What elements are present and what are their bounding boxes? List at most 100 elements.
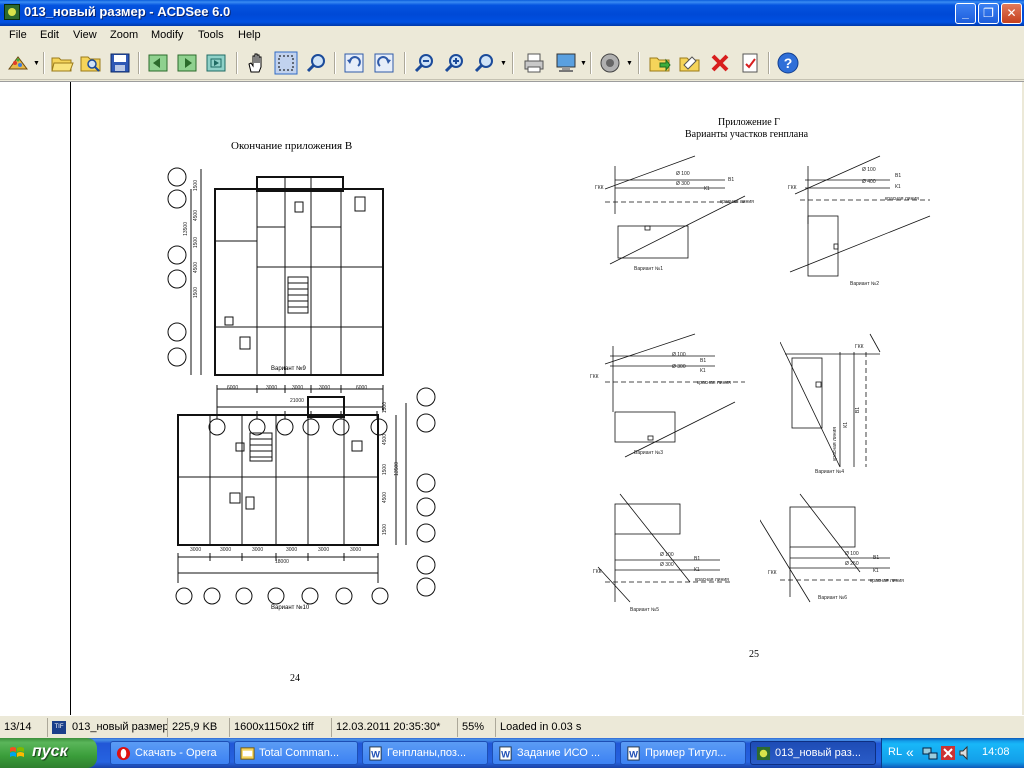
dim-right-2: 4500: [382, 434, 388, 446]
image-viewer[interactable]: Окончание приложения В 6000 3000 3000 30…: [0, 81, 1024, 715]
clock[interactable]: 14:08: [982, 746, 1010, 758]
dim-left-1: 1500: [193, 180, 199, 192]
status-zoom: 55%: [458, 718, 496, 737]
k1-label-4: К1: [843, 422, 849, 428]
status-bar: 13/14 TIF 013_новый размер 225,9 KB 1600…: [0, 715, 1024, 738]
zoom-in-icon[interactable]: [442, 51, 466, 75]
task-zadanie-iso[interactable]: W Задание ИСО ...: [492, 741, 616, 765]
print-icon[interactable]: [522, 51, 546, 75]
menu-help[interactable]: Help: [238, 29, 261, 41]
chevron-down-icon[interactable]: ▼: [626, 60, 633, 67]
task-total-commander[interactable]: Total Comman...: [234, 741, 358, 765]
rotate-left-icon[interactable]: [342, 51, 366, 75]
windows-logo-icon: [10, 747, 24, 757]
close-button[interactable]: ✕: [1001, 3, 1022, 24]
caption-variant-4: Вариант №4: [815, 469, 845, 475]
title-bar[interactable]: 013_новый размер - ACDSee 6.0 _ ❐ ✕: [0, 0, 1024, 26]
toolbar: ▼ ▼ ▼ ▼ ?: [0, 46, 1024, 80]
floor-plan-variant-10: [177, 387, 436, 597]
caption-variant-2: Вариант №2: [850, 281, 880, 287]
status-filesize: 225,9 KB: [168, 718, 230, 737]
svg-text:W: W: [371, 749, 380, 759]
menu-edit[interactable]: Edit: [40, 29, 59, 41]
prev-image-icon[interactable]: [146, 51, 170, 75]
toolbar-separator: [768, 52, 770, 74]
chevron-down-icon[interactable]: ▼: [500, 60, 507, 67]
maximize-button[interactable]: ❐: [978, 3, 999, 24]
b1-label-1: В1: [728, 177, 735, 183]
system-tray: RL « 14:08: [881, 738, 1024, 768]
d100-label-5: Ø 100: [660, 552, 674, 558]
properties-icon[interactable]: [738, 51, 762, 75]
menu-tools[interactable]: Tools: [198, 29, 224, 41]
save-icon[interactable]: [108, 51, 132, 75]
dim-bottom-3: 3000: [252, 547, 264, 553]
set-wallpaper-icon[interactable]: [554, 51, 578, 75]
b1-label-2: В1: [895, 173, 902, 179]
caption-variant-3: Вариант №3: [634, 450, 664, 456]
toolbar-separator: [138, 52, 140, 74]
task-opera[interactable]: Скачать - Opera: [110, 741, 230, 765]
help-icon[interactable]: ?: [776, 51, 800, 75]
menu-modify[interactable]: Modify: [151, 29, 183, 41]
rotate-right-icon[interactable]: [372, 51, 396, 75]
auto-advance-icon[interactable]: [204, 51, 228, 75]
dim-left-4: 4500: [193, 262, 199, 274]
security-alert-icon[interactable]: [940, 745, 956, 761]
chevron-down-icon[interactable]: ▼: [33, 60, 40, 67]
window-title: 013_новый размер - ACDSee 6.0: [24, 4, 231, 19]
dim-bottom-4: 3000: [286, 547, 298, 553]
dim-right-4: 4500: [382, 492, 388, 504]
acdsee-app-icon[interactable]: [4, 4, 20, 20]
site-plan-variant-2: [789, 155, 931, 277]
open-folder-icon[interactable]: [50, 51, 74, 75]
menu-zoom[interactable]: Zoom: [110, 29, 138, 41]
page-edge-line: [70, 82, 71, 715]
dim-right-total: 13500: [394, 462, 400, 476]
site-plan-variant-1: [604, 155, 746, 265]
volume-icon[interactable]: [958, 745, 974, 761]
delete-icon[interactable]: [708, 51, 732, 75]
status-loaded: Loaded in 0.03 s: [500, 721, 582, 733]
hand-pan-icon[interactable]: [244, 51, 268, 75]
chevron-down-icon[interactable]: ▼: [580, 60, 587, 67]
right-page-heading-1: Приложение Г: [718, 117, 780, 128]
gkk-label-5: ГКК: [593, 569, 602, 575]
zoom-out-icon[interactable]: [412, 51, 436, 75]
menu-bar: File Edit View Zoom Modify Tools Help: [0, 26, 1024, 46]
d100-label-2: Ø 100: [862, 167, 876, 173]
start-button[interactable]: пуск: [0, 738, 97, 768]
acdsee-window: 013_новый размер - ACDSee 6.0 _ ❐ ✕ File…: [0, 0, 1024, 738]
browse-icon[interactable]: [79, 51, 103, 75]
acquire-icon[interactable]: [6, 51, 30, 75]
zoom-tool-icon[interactable]: [304, 51, 328, 75]
next-image-icon[interactable]: [175, 51, 199, 75]
gkk-label-1: ГКК: [595, 185, 604, 191]
k1-label-5: К1: [694, 567, 700, 573]
copy-to-folder-icon[interactable]: [648, 51, 672, 75]
dim-right-5: 1500: [382, 524, 388, 536]
status-date: 12.03.2011 20:35:30*: [332, 718, 458, 737]
red-line-label-6: красная линия: [870, 578, 904, 584]
red-line-label-5: красная линия: [695, 577, 729, 583]
left-page-heading: Окончание приложения В: [231, 140, 353, 152]
dim-left-5: 1500: [193, 287, 199, 299]
menu-file[interactable]: File: [9, 29, 27, 41]
dim-left-2: 4500: [193, 210, 199, 222]
toolbar-separator: [334, 52, 336, 74]
audio-icon[interactable]: [598, 51, 622, 75]
network-icon[interactable]: [922, 745, 938, 761]
zoom-menu-icon[interactable]: [472, 51, 496, 75]
gkk-label-3: ГКК: [590, 374, 599, 380]
dim-bottom-1: 3000: [190, 547, 202, 553]
task-primer-titul[interactable]: W Пример Титул...: [620, 741, 746, 765]
select-region-icon[interactable]: [274, 51, 298, 75]
left-page-number: 24: [290, 673, 300, 684]
expand-tray-icon[interactable]: «: [906, 744, 914, 760]
menu-view[interactable]: View: [73, 29, 97, 41]
task-genplany[interactable]: W Генпланы,поз...: [362, 741, 488, 765]
language-indicator[interactable]: RL: [888, 746, 902, 758]
move-to-folder-icon[interactable]: [678, 51, 702, 75]
task-acdsee[interactable]: 013_новый раз...: [750, 741, 876, 765]
minimize-button[interactable]: _: [955, 3, 976, 24]
